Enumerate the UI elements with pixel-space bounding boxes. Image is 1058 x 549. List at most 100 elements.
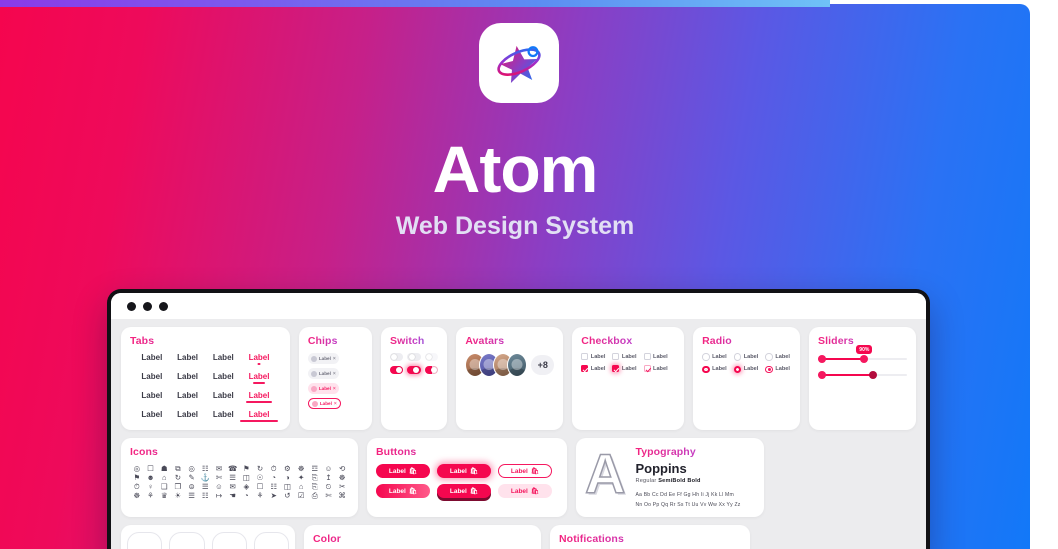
chip[interactable]: Label × [307, 368, 339, 379]
ui-icon[interactable]: ↻ [253, 464, 267, 473]
chip[interactable]: Label × [307, 398, 341, 409]
chip-close-icon[interactable]: × [334, 401, 337, 407]
ui-icon[interactable]: ♀ [144, 482, 158, 491]
ui-icon[interactable]: ✂ [335, 482, 349, 491]
tab-item[interactable]: Label [240, 410, 279, 422]
ui-icon[interactable]: ☐ [144, 464, 158, 473]
slider[interactable] [818, 371, 908, 379]
ui-icon[interactable]: ⌂ [157, 473, 171, 482]
ui-icon[interactable]: ✄ [212, 473, 226, 482]
ui-icon[interactable]: ⌘ [335, 491, 349, 500]
chip-close-icon[interactable]: × [333, 386, 336, 392]
ui-icon[interactable]: ⚘ [144, 491, 158, 500]
avatar[interactable] [507, 353, 528, 377]
checkbox-option[interactable]: Label [581, 353, 605, 360]
ui-icon[interactable]: ✉ [226, 482, 240, 491]
placeholder-tile[interactable] [253, 532, 289, 549]
ui-icon[interactable]: ☎ [226, 464, 240, 473]
ui-icon[interactable]: ☺ [322, 464, 336, 473]
slider-knob-start[interactable] [818, 371, 827, 379]
checkbox-box[interactable] [581, 365, 589, 372]
action-button[interactable]: Label 🛍 [376, 464, 430, 478]
ui-icon[interactable]: ☰ [226, 473, 240, 482]
placeholder-tile[interactable] [211, 532, 247, 549]
ui-icon[interactable]: ☻ [144, 473, 158, 482]
ui-icon[interactable]: ↦ [212, 491, 226, 500]
radio-dot[interactable] [702, 353, 710, 361]
tab-item[interactable]: Label [134, 410, 170, 422]
slider-knob-end[interactable] [869, 371, 878, 379]
ui-icon[interactable]: ☐ [253, 482, 267, 491]
ui-icon[interactable]: ♛ [157, 491, 171, 500]
switch-toggle[interactable] [407, 366, 421, 374]
checkbox-option[interactable]: Label [581, 365, 605, 372]
maximize-dot-icon[interactable] [159, 301, 168, 311]
ui-icon[interactable]: ◔ [267, 473, 281, 482]
ui-icon[interactable]: ☚ [226, 491, 240, 500]
chip[interactable]: Label × [307, 353, 339, 364]
ui-icon[interactable]: ☗ [157, 464, 171, 473]
tab-item[interactable]: Label [205, 410, 241, 422]
tab-item[interactable]: Label [241, 391, 277, 403]
radio-dot[interactable] [765, 365, 773, 373]
tab-item[interactable]: Label [205, 353, 241, 365]
ui-icon[interactable]: ☰ [185, 491, 199, 500]
ui-icon[interactable]: ☷ [198, 491, 212, 500]
checkbox-box[interactable] [612, 365, 620, 372]
radio-option[interactable]: Label [702, 353, 727, 361]
ui-icon[interactable]: ⚑ [240, 464, 254, 473]
checkbox-option[interactable]: Label [643, 365, 668, 372]
ui-icon[interactable]: ⚘ [253, 491, 267, 500]
ui-icon[interactable]: ☺ [212, 482, 226, 491]
checkbox-option[interactable]: Label [612, 353, 637, 360]
checkbox-option[interactable]: Label [612, 365, 637, 372]
slider[interactable]: 90% [818, 345, 908, 363]
switch-toggle[interactable] [424, 366, 439, 374]
radio-dot[interactable] [733, 353, 742, 361]
ui-icon[interactable]: ◔ [240, 491, 254, 500]
ui-icon[interactable]: ⏱ [130, 482, 144, 491]
radio-option[interactable]: Label [702, 365, 727, 373]
tab-item[interactable]: Label [134, 353, 170, 365]
minimize-dot-icon[interactable] [143, 301, 152, 311]
radio-option[interactable]: Label [733, 353, 758, 361]
ui-icon[interactable]: ☸ [130, 491, 144, 500]
ui-icon[interactable]: ↺ [281, 491, 295, 500]
radio-dot[interactable] [702, 365, 710, 373]
ui-icon[interactable]: ☑ [294, 491, 308, 500]
ui-icon[interactable]: ☷ [198, 464, 212, 473]
ui-icon[interactable]: ⏲ [322, 482, 336, 491]
ui-icon[interactable]: ◈ [240, 482, 254, 491]
chip[interactable]: Label × [307, 383, 339, 394]
ui-icon[interactable]: ◎ [185, 464, 199, 473]
ui-icon[interactable]: ☸ [335, 473, 349, 482]
tab-item[interactable]: Label [241, 353, 277, 365]
ui-icon[interactable]: ☷ [267, 482, 281, 491]
action-button[interactable]: Label 🛍 [437, 484, 491, 498]
tab-item[interactable]: Label [134, 372, 170, 384]
ui-icon[interactable]: ◫ [240, 473, 254, 482]
chip-close-icon[interactable]: × [333, 371, 336, 377]
ui-icon[interactable]: ⚓ [198, 473, 212, 482]
tab-item[interactable]: Label [205, 372, 241, 384]
ui-icon[interactable]: ⎘ [308, 473, 322, 482]
tab-item[interactable]: Label [170, 353, 206, 365]
tab-item[interactable]: Label [170, 410, 206, 422]
ui-icon[interactable]: ◫ [281, 482, 295, 491]
ui-icon[interactable]: ⏱ [267, 464, 281, 473]
ui-icon[interactable]: ❑ [157, 482, 171, 491]
tab-item[interactable]: Label [205, 391, 241, 403]
chip-close-icon[interactable]: × [333, 356, 336, 362]
slider-knob-end[interactable] [860, 355, 869, 363]
radio-dot[interactable] [765, 353, 773, 361]
checkbox-box[interactable] [643, 353, 651, 360]
ui-icon[interactable]: ⧉ [171, 464, 185, 473]
tab-item[interactable]: Label [241, 372, 277, 384]
action-button[interactable]: Label 🛍 [498, 464, 552, 478]
ui-icon[interactable]: ↥ [322, 473, 336, 482]
ui-icon[interactable]: ➤ [267, 491, 281, 500]
switch-toggle[interactable] [389, 366, 404, 374]
ui-icon[interactable]: ◑ [281, 473, 295, 482]
switch-toggle[interactable] [389, 353, 404, 361]
radio-option[interactable]: Label [765, 365, 790, 373]
